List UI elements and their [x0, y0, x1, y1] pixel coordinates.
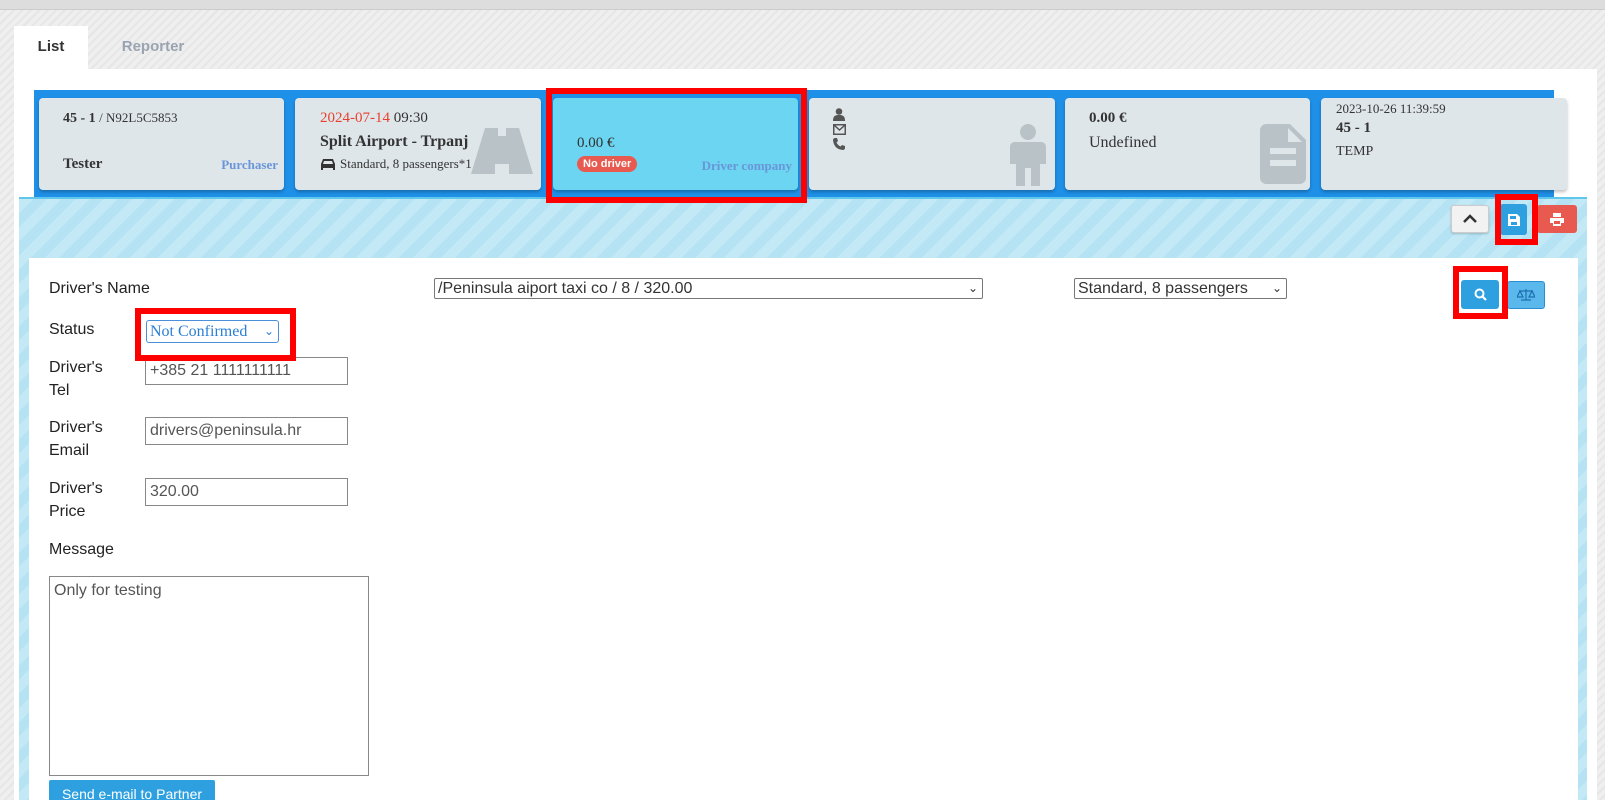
driver-card[interactable]: 0.00 € No driver Driver company	[553, 98, 798, 190]
created-timestamp: 2023-10-26 11:39:59	[1336, 101, 1446, 116]
vehicle-info: Standard, 8 passengers*1	[340, 156, 472, 171]
search-driver-button[interactable]	[1461, 280, 1499, 309]
person-watermark-icon	[1010, 124, 1046, 186]
driver-select-value: /Peninsula aiport taxi co / 8 / 320.00	[438, 280, 693, 297]
invoice-card[interactable]: 0.00 € Undefined	[1065, 98, 1310, 190]
tab-bar: List Reporter	[14, 26, 218, 70]
chevron-down-icon: ⌄	[263, 324, 274, 338]
route-card[interactable]: 2024-07-14 09:30 Split Airport - Trpanj …	[295, 98, 541, 190]
booking-code: / N92L5C5853	[99, 110, 178, 125]
message-textarea[interactable]: Only for testing	[49, 576, 369, 776]
tab-list[interactable]: List	[14, 26, 88, 70]
price-label-line1: Driver's	[49, 480, 103, 497]
vehicle-select-value: Standard, 8 passengers	[1078, 280, 1248, 297]
top-border	[0, 0, 1605, 10]
status-select-value: Not Confirmed	[150, 323, 248, 340]
purchaser-name: Tester	[63, 156, 103, 172]
status-label: Status	[49, 321, 95, 338]
tab-reporter[interactable]: Reporter	[88, 26, 218, 70]
drivers-name-label: Driver's Name	[49, 280, 150, 297]
balance-scale-icon	[1517, 289, 1535, 301]
passenger-card[interactable]	[809, 98, 1055, 190]
invoice-price: 0.00 €	[1089, 110, 1127, 126]
print-button[interactable]	[1537, 205, 1577, 233]
email-label-line2: Email	[49, 442, 90, 459]
chevron-down-icon: ⌄	[1271, 281, 1282, 295]
phone-icon	[833, 138, 845, 150]
tel-label-line1: Driver's	[49, 359, 103, 376]
driver-tel-input[interactable]	[145, 357, 348, 385]
driver-select[interactable]: /Peninsula aiport taxi co / 8 / 320.00 ⌄	[434, 278, 983, 299]
tel-label-line2: Tel	[49, 382, 70, 399]
booking-id: 45 - 1	[63, 111, 96, 126]
driver-company-label: Driver company	[701, 158, 792, 173]
meta-code: TEMP	[1336, 144, 1374, 159]
status-select[interactable]: Not Confirmed ⌄	[146, 320, 279, 343]
no-driver-badge: No driver	[577, 156, 638, 172]
printer-icon	[1550, 212, 1564, 226]
route-title: Split Airport - Trpanj	[320, 133, 469, 150]
car-icon	[321, 158, 335, 170]
price-label-line2: Price	[49, 503, 86, 520]
chevron-down-icon: ⌄	[967, 281, 978, 295]
road-icon	[471, 128, 533, 174]
floppy-icon	[1507, 213, 1520, 226]
driver-email-input[interactable]	[145, 417, 348, 445]
invoice-status: Undefined	[1089, 134, 1157, 151]
email-label-line1: Driver's	[49, 419, 103, 436]
pickup-time: 09:30	[393, 110, 428, 126]
message-label: Message	[49, 541, 114, 558]
driver-price: 0.00 €	[577, 135, 615, 151]
compare-button[interactable]	[1507, 281, 1545, 309]
send-email-button[interactable]: Send e-mail to Partner	[49, 780, 215, 800]
collapse-button[interactable]	[1451, 205, 1489, 233]
search-icon	[1474, 288, 1487, 301]
meta-id: 45 - 1	[1336, 120, 1371, 136]
pickup-date: 2024-07-14	[320, 110, 390, 126]
user-icon	[833, 108, 845, 121]
chevron-up-icon	[1463, 214, 1477, 223]
purchaser-card[interactable]: 45 - 1 / N92L5C5853 Tester Purchaser	[39, 98, 284, 190]
save-button[interactable]	[1500, 204, 1527, 235]
envelope-icon	[833, 124, 846, 135]
vehicle-select[interactable]: Standard, 8 passengers ⌄	[1074, 278, 1287, 299]
purchaser-label: Purchaser	[221, 157, 278, 172]
driver-price-input[interactable]	[145, 478, 348, 506]
document-watermark-icon	[1260, 124, 1306, 184]
meta-card[interactable]: 2023-10-26 11:39:59 45 - 1 TEMP	[1321, 98, 1567, 190]
